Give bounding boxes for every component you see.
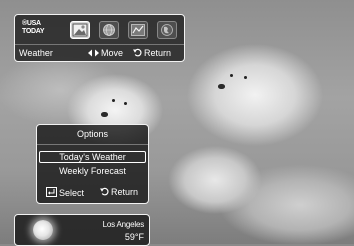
- widget-icons-row: ®USA TODAY: [15, 19, 186, 41]
- options-menu: Options Today's Weather Weekly Forecast …: [36, 124, 149, 204]
- enter-icon: [46, 187, 57, 197]
- bear-eye: [230, 74, 233, 77]
- left-right-arrows-icon: [88, 49, 99, 57]
- logo-text-line2: TODAY: [22, 28, 45, 35]
- bear-eye: [112, 99, 115, 102]
- weather-widget: Los Angeles 59°F: [14, 214, 150, 246]
- move-hint: Move: [88, 48, 123, 58]
- photo-icon[interactable]: [70, 21, 90, 39]
- map-icon[interactable]: [128, 21, 148, 39]
- return-hint-label: Return: [144, 48, 172, 58]
- options-title: Options: [76, 129, 109, 139]
- select-hint: Select: [46, 187, 84, 198]
- globe-icon[interactable]: [99, 21, 119, 39]
- temperature: 59°F: [124, 232, 144, 242]
- options-return-label: Return: [111, 187, 139, 197]
- bear-nose: [101, 112, 108, 117]
- return-icon: [133, 48, 142, 57]
- select-hint-label: Select: [59, 188, 85, 198]
- options-return-hint: Return: [100, 187, 138, 197]
- bear-nose: [218, 84, 225, 89]
- logo-text-line1: ®USA: [22, 20, 41, 27]
- return-icon: [100, 187, 109, 196]
- divider: [15, 44, 184, 45]
- city-name: Los Angeles: [102, 220, 145, 229]
- divider: [37, 144, 148, 145]
- app-title: Weather: [19, 48, 53, 58]
- sun-icon: [33, 220, 53, 240]
- weather-top-bar: ®USA TODAY Weather Move Return: [14, 14, 185, 62]
- earth-icon[interactable]: [157, 21, 177, 39]
- bear-eye: [244, 76, 247, 79]
- move-hint-label: Move: [101, 48, 124, 58]
- menu-item-weekly-forecast[interactable]: Weekly Forecast: [39, 165, 146, 177]
- return-hint: Return: [133, 48, 171, 58]
- bear-eye: [124, 102, 127, 105]
- menu-item-todays-weather[interactable]: Today's Weather: [39, 151, 146, 163]
- usa-today-logo: ®USA TODAY: [22, 20, 52, 40]
